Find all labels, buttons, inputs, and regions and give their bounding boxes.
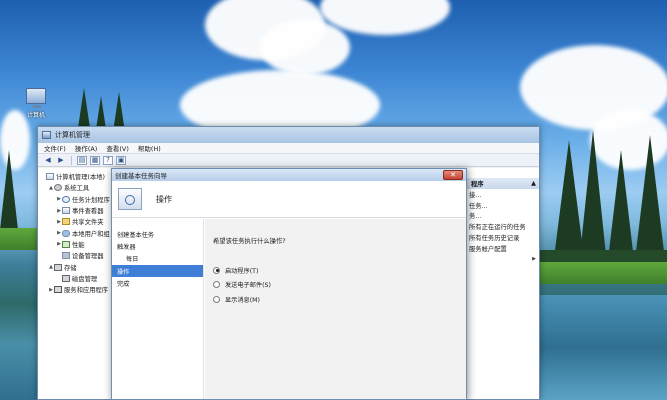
wizard-step: 完成 <box>117 280 130 288</box>
menu-action[interactable]: 操作(A) <box>75 143 98 153</box>
navigation-tree: 计算机管理(本地) ▲ 系统工具 ▶ 任务计划程序 ▶ 事件查看器 ▶ 共享文件夹 ▶ 本地用户和组… <box>38 168 114 399</box>
wizard-header: 操作 <box>112 181 466 218</box>
menu-file[interactable]: 文件(F) <box>44 143 66 153</box>
action-item[interactable]: 任务... <box>467 200 539 211</box>
tree-item[interactable]: ▶ 共享文件夹 <box>38 216 113 227</box>
collapse-arrow-icon[interactable]: ▲ <box>531 180 536 187</box>
users-icon <box>62 229 70 237</box>
action-option[interactable]: 启动程序(T) <box>213 263 466 278</box>
tree-item[interactable]: ▶ 本地用户和组 <box>38 227 113 238</box>
tree-item-label: 事件查看器 <box>72 208 104 216</box>
action-item[interactable]: 所有正在运行的任务 <box>467 221 539 232</box>
show-hide-icon[interactable]: ▣ <box>116 155 126 165</box>
radio-button[interactable] <box>213 281 220 289</box>
radio-button[interactable] <box>213 295 220 303</box>
back-arrow-icon[interactable]: ◀ <box>43 156 53 165</box>
tree-item-label: 系统工具 <box>64 185 90 193</box>
wizard-body: 希望该任务执行什么操作? 启动程序(T) 发送电子邮件(S) 显示消息(M) <box>205 219 466 399</box>
action-item[interactable]: 务... <box>467 211 539 222</box>
action-option[interactable]: 显示消息(M) <box>213 292 466 307</box>
forward-arrow-icon[interactable]: ▶ <box>56 156 66 165</box>
clock-icon <box>62 195 70 203</box>
tree-item-label: 存储 <box>64 264 77 272</box>
tree-item-label: 磁盘管理 <box>72 275 98 283</box>
toolbar: ◀ ▶ ▤ ▦ ? ▣ <box>38 154 539 167</box>
tree-item[interactable]: ▶ 任务计划程序 <box>38 194 113 205</box>
wizard-page-title: 操作 <box>156 194 172 204</box>
tree-item[interactable]: ▲ 存储 <box>38 261 113 272</box>
window-titlebar[interactable]: 计算机管理 <box>38 127 539 143</box>
wizard-step: 操作 <box>112 264 203 278</box>
actions-pane: 程序 ▲ 接... 任务... 务... 所有正在运行的任务 所有任务历史记录 服务帐户配… <box>466 168 539 399</box>
action-item-label: 服务帐户配置 <box>469 245 507 253</box>
disk-icon <box>62 274 70 282</box>
menu-view[interactable]: 查看(V) <box>106 143 129 153</box>
tree-item[interactable]: ▶ 服务和应用程序 <box>38 284 113 295</box>
option-label: 显示消息(M) <box>225 296 260 304</box>
tree-item-label: 计算机管理(本地) <box>56 174 105 182</box>
menu-help[interactable]: 帮助(H) <box>138 143 161 153</box>
action-item-label: 所有任务历史记录 <box>469 235 520 243</box>
actions-header-label: 程序 <box>471 181 484 188</box>
close-button[interactable]: ✕ <box>443 170 463 180</box>
radio-button[interactable] <box>213 266 220 274</box>
tree-item[interactable]: ▶ 事件查看器 <box>38 205 113 216</box>
option-label: 启动程序(T) <box>225 267 259 275</box>
action-item[interactable]: 接... <box>467 189 539 200</box>
wizard-steps: 创建基本任务 触发器每日 操作完成 <box>112 219 204 399</box>
disk-icon <box>54 263 62 271</box>
tree-item[interactable]: 磁盘管理 <box>38 273 113 284</box>
desktop-computer-icon[interactable]: 计算机 <box>18 88 54 119</box>
gear-icon <box>54 184 62 192</box>
tree-item[interactable]: 设备管理器 <box>38 250 113 261</box>
tree-item-label: 性能 <box>72 241 85 249</box>
computer-icon <box>62 207 70 215</box>
action-item[interactable]: 所有任务历史记录 <box>467 232 539 243</box>
computer-icon <box>26 88 46 108</box>
tree-item-label: 任务计划程序 <box>72 196 110 204</box>
submenu-arrow-icon: ▶ <box>532 256 536 263</box>
computer-icon <box>46 173 54 181</box>
tree-item-label: 本地用户和组 <box>72 230 110 238</box>
tree-item[interactable]: ▲ 系统工具 <box>38 182 113 193</box>
actions-header[interactable]: 程序 ▲ <box>467 178 539 189</box>
action-item[interactable]: ▶ <box>467 254 539 265</box>
tree-item-label: 共享文件夹 <box>72 219 104 227</box>
service-icon <box>54 286 62 294</box>
wizard-step: 触发器 <box>117 243 136 251</box>
tree-item[interactable]: 计算机管理(本地) <box>38 171 113 182</box>
window-title: 计算机管理 <box>55 131 90 139</box>
desktop-icon-label: 计算机 <box>26 112 45 119</box>
action-item-label: 接... <box>469 191 482 199</box>
action-option[interactable]: 发送电子邮件(S) <box>213 278 466 293</box>
wizard-step: 创建基本任务 <box>117 231 155 239</box>
action-item[interactable]: 服务帐户配置 <box>467 243 539 254</box>
tree-item[interactable]: ▶ 性能 <box>38 239 113 250</box>
action-item-label: 务... <box>469 213 482 221</box>
toolbar-separator <box>71 155 72 165</box>
action-item-label: 任务... <box>469 202 488 210</box>
help-icon[interactable]: ? <box>103 155 113 165</box>
task-action-icon <box>118 188 142 210</box>
wizard-titlebar[interactable]: 创建基本任务向导 ✕ <box>112 169 466 181</box>
action-item-label: 所有正在运行的任务 <box>469 224 526 232</box>
properties-icon[interactable]: ▦ <box>90 155 100 165</box>
chart-icon <box>62 240 70 248</box>
create-basic-task-wizard: 创建基本任务向导 ✕ 操作 创建基本任务 触发器 每日 操作 完成 希望该任务执行什么操… <box>111 168 467 400</box>
wizard-title: 创建基本任务向导 <box>115 172 167 180</box>
menu-bar: 文件(F) 操作(A) 查看(V) 帮助(H) <box>38 143 539 154</box>
tree-item-label: 服务和应用程序 <box>64 287 109 295</box>
device-icon <box>62 252 70 260</box>
up-folder-icon[interactable]: ▤ <box>77 155 87 165</box>
folder-icon <box>62 218 70 226</box>
computer-management-icon <box>42 131 51 139</box>
wizard-question: 希望该任务执行什么操作? <box>213 238 286 245</box>
tree-item-label: 设备管理器 <box>72 253 104 261</box>
option-label: 发送电子邮件(S) <box>225 282 271 290</box>
wizard-step: 每日 <box>126 256 139 264</box>
